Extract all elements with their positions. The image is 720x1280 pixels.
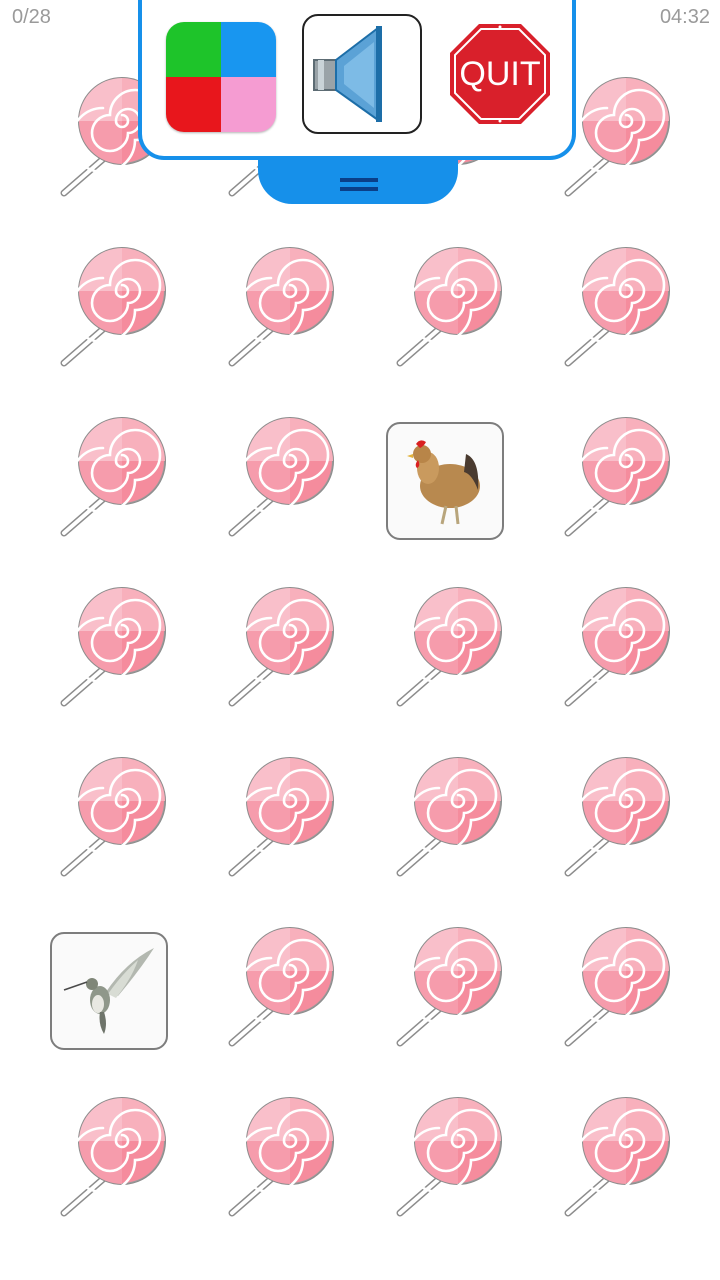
menu-grip-icon [340,178,378,196]
lollipop-icon [554,755,674,890]
sound-button[interactable] [302,14,422,134]
lollipop-icon [50,245,170,380]
hidden-card[interactable] [554,246,674,372]
hidden-card[interactable] [554,926,674,1052]
lollipop-icon [554,415,674,550]
lollipop-icon [218,1095,338,1230]
options-menu: QUIT [138,0,576,160]
lollipop-icon [386,755,506,890]
hidden-card[interactable] [218,586,338,712]
hidden-card[interactable] [386,246,506,372]
lollipop-icon [50,585,170,720]
quit-label: QUIT [459,54,541,93]
chicken-image [386,422,504,540]
hidden-card[interactable] [554,586,674,712]
lollipop-icon [554,585,674,720]
revealed-card[interactable] [50,932,170,1052]
lollipop-icon [386,245,506,380]
hidden-card[interactable] [50,1096,170,1222]
color-theme-button[interactable] [166,22,276,132]
lollipop-icon [218,755,338,890]
hidden-card[interactable] [386,586,506,712]
red-square [166,77,221,132]
lollipop-icon [218,245,338,380]
hidden-card[interactable] [218,416,338,542]
hidden-card[interactable] [554,416,674,542]
blue-square [221,22,276,77]
lollipop-icon [218,925,338,1060]
hidden-card[interactable] [554,1096,674,1222]
lollipop-icon [218,585,338,720]
lollipop-icon [386,1095,506,1230]
lollipop-icon [554,1095,674,1230]
pink-square [221,77,276,132]
hidden-card[interactable] [386,756,506,882]
quit-button[interactable]: QUIT [448,22,552,126]
lollipop-icon [218,415,338,550]
hummingbird-image [50,932,168,1050]
hidden-card[interactable] [386,1096,506,1222]
lollipop-icon [554,245,674,380]
lollipop-icon [554,925,674,1060]
lollipop-icon [50,415,170,550]
green-square [166,22,221,77]
hidden-card[interactable] [50,246,170,372]
hidden-card[interactable] [50,756,170,882]
hidden-card[interactable] [218,756,338,882]
hidden-card[interactable] [554,756,674,882]
speaker-icon [313,25,382,122]
hidden-card[interactable] [218,926,338,1052]
hidden-card[interactable] [50,586,170,712]
lollipop-icon [386,925,506,1060]
lollipop-icon [386,585,506,720]
revealed-card[interactable] [386,422,506,542]
hidden-card[interactable] [218,246,338,372]
hidden-card[interactable] [50,416,170,542]
lollipop-icon [50,1095,170,1230]
lollipop-icon [50,755,170,890]
hidden-card[interactable] [218,1096,338,1222]
hidden-card[interactable] [386,926,506,1052]
